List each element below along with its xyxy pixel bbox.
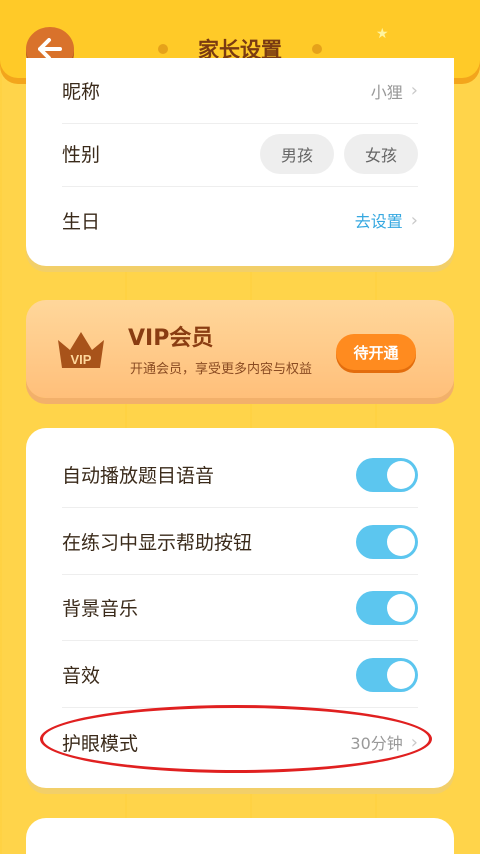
gender-row: 性别 男孩 女孩	[62, 121, 418, 187]
crown-icon: VIP	[58, 332, 104, 368]
chevron-right-icon: ›	[410, 209, 418, 231]
auto-play-toggle[interactable]	[356, 457, 418, 492]
vip-activate-button[interactable]: 待开通	[336, 334, 416, 370]
next-card	[26, 818, 454, 854]
setting-row-bgm: 背景音乐	[62, 575, 418, 641]
eye-mode-value: 30分钟	[350, 734, 403, 753]
nickname-value: 小狸	[370, 82, 403, 102]
gender-boy-button[interactable]: 男孩	[260, 133, 334, 174]
settings-card: 自动播放题目语音 在练习中显示帮助按钮 背景音乐 音效 护眼模式 30分钟 ›	[26, 428, 454, 788]
toggle-knob	[387, 660, 415, 689]
decor-dot	[312, 44, 322, 54]
birthday-row[interactable]: 生日 去设置 ›	[62, 187, 418, 253]
decor-star: ★	[376, 26, 389, 42]
chevron-right-icon: ›	[410, 731, 418, 753]
setting-label: 音效	[62, 665, 101, 687]
vip-subtitle: 开通会员，享受更多内容与权益	[130, 362, 313, 377]
vip-banner[interactable]: VIP VIP会员 开通会员，享受更多内容与权益 待开通	[26, 300, 454, 398]
nickname-row[interactable]: 昵称 小狸 ›	[62, 58, 418, 124]
setting-label: 背景音乐	[62, 598, 139, 620]
gender-girl-button[interactable]: 女孩	[344, 133, 418, 174]
toggle-knob	[387, 593, 415, 622]
gender-options: 男孩 女孩	[260, 133, 418, 174]
sfx-toggle[interactable]	[356, 657, 418, 692]
setting-row-sfx: 音效	[62, 642, 418, 708]
chevron-right-icon: ›	[410, 80, 418, 101]
gender-label: 性别	[62, 144, 101, 166]
setting-label: 自动播放题目语音	[62, 465, 215, 487]
nickname-value-group: 小狸 ›	[371, 79, 418, 103]
birthday-label: 生日	[62, 210, 101, 233]
vip-badge-text: VIP	[71, 352, 92, 367]
birthday-value-group: 去设置 ›	[355, 208, 418, 232]
birthday-value: 去设置	[354, 212, 403, 231]
bgm-toggle[interactable]	[356, 590, 418, 625]
decor-dot	[158, 44, 168, 54]
profile-card: 昵称 小狸 › 性别 男孩 女孩 生日 去设置 ›	[26, 58, 454, 266]
eye-mode-row[interactable]: 护眼模式 30分钟 ›	[62, 709, 418, 775]
eye-mode-value-group: 30分钟 ›	[350, 730, 418, 754]
vip-title: VIP会员	[128, 326, 214, 351]
toggle-knob	[387, 460, 415, 489]
setting-row-auto-play: 自动播放题目语音	[62, 442, 418, 508]
setting-row-help-button: 在练习中显示帮助按钮	[62, 509, 418, 575]
setting-label: 在练习中显示帮助按钮	[62, 532, 253, 554]
help-button-toggle[interactable]	[356, 524, 418, 559]
nickname-label: 昵称	[62, 81, 101, 103]
eye-mode-label: 护眼模式	[62, 732, 139, 755]
toggle-knob	[387, 527, 415, 556]
